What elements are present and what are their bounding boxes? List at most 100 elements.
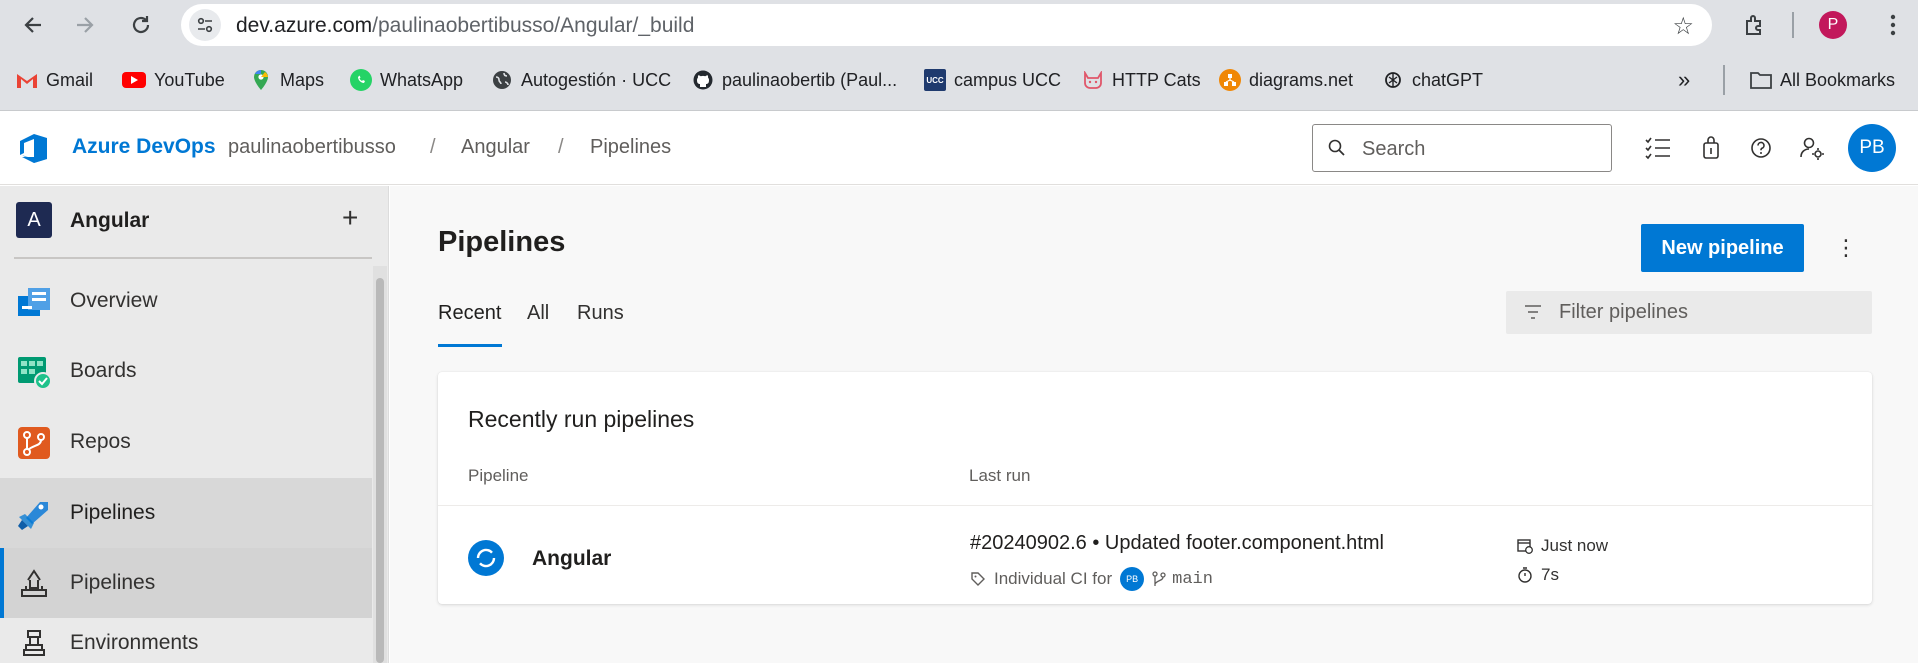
gmail-icon <box>16 69 38 91</box>
sidebar-item-boards[interactable]: Boards <box>0 336 372 406</box>
all-bookmarks-label: All Bookmarks <box>1780 69 1896 90</box>
project-header[interactable]: A Angular + <box>0 186 389 258</box>
github-icon <box>692 69 714 91</box>
add-icon[interactable]: + <box>342 202 358 234</box>
sidebar-item-overview[interactable]: Overview <box>0 266 372 336</box>
chrome-menu-icon[interactable] <box>1876 8 1910 42</box>
azure-devops-logo-icon[interactable] <box>18 131 52 165</box>
address-bar[interactable]: dev.azure.com/paulinaobertibusso/Angular… <box>181 4 1712 46</box>
run-title-link[interactable]: #20240902.6 • Updated footer.component.h… <box>970 532 1384 555</box>
user-avatar[interactable]: PB <box>1848 124 1896 172</box>
search-icon <box>1327 138 1347 163</box>
bookmark-label: HTTP Cats <box>1112 69 1201 90</box>
breadcrumb-org[interactable]: paulinaobertibusso <box>228 136 396 159</box>
sidebar-divider <box>14 257 372 259</box>
bookmark-star-icon[interactable]: ☆ <box>1672 12 1694 41</box>
branch-icon <box>1152 571 1166 587</box>
project-avatar: A <box>16 202 52 238</box>
tab-runs[interactable]: Runs <box>577 302 624 325</box>
diagrams-icon <box>1219 69 1241 91</box>
bookmark-whatsapp[interactable]: WhatsApp <box>350 67 463 93</box>
tab-selected-indicator <box>438 344 502 347</box>
bookmark-github[interactable]: paulinaobertib (Paul... <box>692 67 897 93</box>
whatsapp-icon <box>350 69 372 91</box>
globe-icon <box>491 69 513 91</box>
branch-name[interactable]: main <box>1172 570 1213 589</box>
profile-button[interactable]: P <box>1816 8 1850 42</box>
pipelines-rocket-icon <box>16 566 52 602</box>
bookmark-label: Gmail <box>46 69 94 90</box>
tab-all[interactable]: All <box>527 302 549 325</box>
more-actions-icon[interactable]: ⋮ <box>1834 232 1858 264</box>
breadcrumb-separator: / <box>430 136 436 158</box>
folder-icon <box>1750 69 1772 91</box>
bookmark-maps[interactable]: Maps <box>250 67 324 93</box>
user-settings-icon[interactable] <box>1797 133 1827 163</box>
bookmark-campus-ucc[interactable]: UCC campus UCC <box>924 67 1061 93</box>
bookmark-http-cats[interactable]: HTTP Cats <box>1082 67 1201 93</box>
maps-icon <box>250 69 272 91</box>
bookmarks-divider <box>1723 65 1725 95</box>
bookmark-diagrams[interactable]: diagrams.net <box>1219 67 1353 93</box>
breadcrumb-pipelines[interactable]: Pipelines <box>590 136 671 159</box>
extensions-icon[interactable] <box>1738 8 1772 42</box>
run-time: Just now <box>1517 534 1608 558</box>
breadcrumb-project[interactable]: Angular <box>461 136 530 159</box>
all-bookmarks-folder[interactable]: All Bookmarks <box>1750 67 1895 93</box>
bookmark-label: paulinaobertib (Paul... <box>722 69 898 90</box>
search-input[interactable]: Search <box>1312 124 1612 172</box>
site-settings-icon[interactable] <box>189 9 221 41</box>
bookmark-chatgpt[interactable]: chatGPT <box>1382 67 1483 93</box>
help-icon[interactable] <box>1746 133 1776 163</box>
column-header-pipeline: Pipeline <box>468 466 529 485</box>
sidebar-item-label: Pipelines <box>70 571 156 594</box>
sidebar-item-pipelines[interactable]: Pipelines <box>0 478 372 548</box>
brand-title[interactable]: Azure DevOps <box>72 135 216 159</box>
pipelines-icon <box>16 496 52 532</box>
sidebar-item-label: Repos <box>70 430 131 453</box>
sidebar-item-repos[interactable]: Repos <box>0 407 372 477</box>
url-text: dev.azure.com/paulinaobertibusso/Angular… <box>236 14 694 38</box>
breadcrumb-separator: / <box>558 136 564 158</box>
bookmark-autogestion[interactable]: Autogestión · UCC <box>491 67 671 93</box>
run-when: Just now <box>1541 536 1609 555</box>
forward-icon[interactable] <box>68 8 102 42</box>
trigger-user-avatar: PB <box>1120 567 1145 591</box>
bookmark-gmail[interactable]: Gmail <box>16 67 93 93</box>
search-placeholder: Search <box>1362 138 1426 160</box>
overview-icon <box>16 284 52 320</box>
ado-header: Azure DevOps paulinaobertibusso / Angula… <box>0 111 1918 185</box>
bookmark-label: Maps <box>280 69 325 90</box>
back-icon[interactable] <box>16 8 50 42</box>
tab-recent[interactable]: Recent <box>438 302 501 325</box>
boards-icon <box>16 354 52 390</box>
filter-placeholder: Filter pipelines <box>1559 301 1688 323</box>
sidebar-subitem-environments[interactable]: Environments <box>0 608 372 663</box>
reload-icon[interactable] <box>124 8 158 42</box>
bookmark-youtube[interactable]: YouTube <box>122 67 225 93</box>
bookmark-label: WhatsApp <box>380 69 464 90</box>
bookmarks-overflow-icon[interactable]: » <box>1678 67 1690 93</box>
project-sidebar: A Angular + Overview Boards Repos Pipeli… <box>0 186 389 663</box>
sidebar-scrollbar[interactable] <box>373 266 387 663</box>
calendar-clock-icon <box>1517 538 1533 554</box>
ucc-icon: UCC <box>924 69 946 91</box>
url-path: /paulinaobertibusso/Angular/_build <box>372 14 695 37</box>
browser-toolbar: dev.azure.com/paulinaobertibusso/Angular… <box>0 0 1918 49</box>
scrollbar-thumb[interactable] <box>376 278 384 663</box>
toolbar-divider <box>1792 12 1794 38</box>
filter-pipelines-input[interactable]: Filter pipelines <box>1506 291 1872 334</box>
page-title: Pipelines <box>438 226 566 258</box>
main-content: Pipelines New pipeline ⋮ Recent All Runs… <box>390 186 1918 663</box>
task-list-icon[interactable] <box>1643 133 1673 163</box>
tag-icon <box>970 571 986 587</box>
new-pipeline-button[interactable]: New pipeline <box>1641 224 1804 272</box>
marketplace-bag-icon[interactable] <box>1696 133 1726 163</box>
recent-pipelines-card: Recently run pipelines Pipeline Last run… <box>438 372 1872 604</box>
trigger-text: Individual CI for <box>994 569 1113 588</box>
pipeline-name-link[interactable]: Angular <box>532 547 611 571</box>
youtube-icon <box>122 72 146 88</box>
sidebar-item-label: Environments <box>70 631 199 654</box>
repos-icon <box>16 425 52 461</box>
filter-icon <box>1523 302 1543 327</box>
